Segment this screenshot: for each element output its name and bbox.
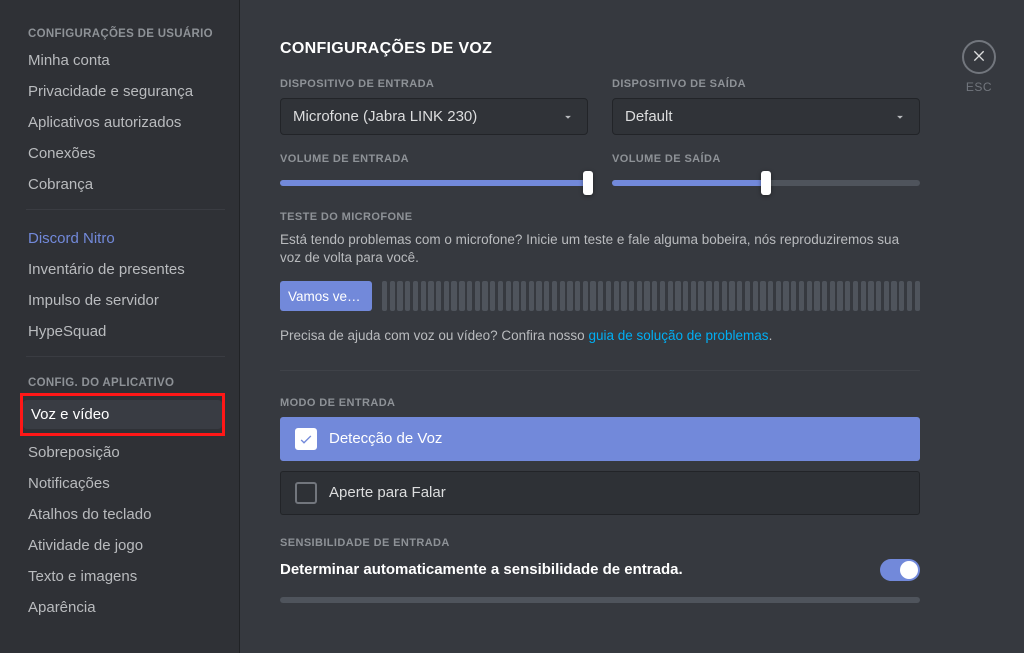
sidebar-item-nitro[interactable]: Discord Nitro bbox=[20, 224, 231, 253]
sidebar-item-keybinds[interactable]: Atalhos do teclado bbox=[20, 500, 231, 529]
auto-sensitivity-toggle[interactable] bbox=[880, 559, 920, 581]
esc-label: ESC bbox=[966, 80, 992, 94]
sidebar-item-authorized-apps[interactable]: Aplicativos autorizados bbox=[20, 108, 231, 137]
sidebar-item-overlay[interactable]: Sobreposição bbox=[20, 438, 231, 467]
sidebar-section-user-settings: Configurações de usuário bbox=[20, 8, 239, 44]
settings-sidebar: Configurações de usuário Minha conta Pri… bbox=[0, 0, 240, 653]
sidebar-item-game-activity[interactable]: Atividade de jogo bbox=[20, 531, 231, 560]
sidebar-item-hypesquad[interactable]: HypeSquad bbox=[20, 317, 231, 346]
chevron-down-icon bbox=[561, 110, 575, 124]
close-settings: ESC bbox=[962, 40, 996, 94]
input-device-select[interactable]: Microfone (Jabra LINK 230) bbox=[280, 98, 588, 135]
mode-label: Detecção de Voz bbox=[329, 430, 442, 447]
output-device-label: Dispositivo de saída bbox=[612, 78, 920, 90]
output-device-select[interactable]: Default bbox=[612, 98, 920, 135]
mode-label: Aperte para Falar bbox=[329, 484, 446, 501]
sidebar-item-appearance[interactable]: Aparência bbox=[20, 593, 231, 622]
sidebar-item-my-account[interactable]: Minha conta bbox=[20, 46, 231, 75]
input-volume-label: Volume de entrada bbox=[280, 153, 588, 165]
sensitivity-label: Sensibilidade de entrada bbox=[280, 537, 920, 549]
sidebar-item-billing[interactable]: Cobrança bbox=[20, 170, 231, 199]
checkbox-icon bbox=[295, 428, 317, 450]
sidebar-item-connections[interactable]: Conexões bbox=[20, 139, 231, 168]
troubleshoot-link[interactable]: guia de solução de problemas bbox=[588, 328, 768, 343]
input-mode-push-to-talk[interactable]: Aperte para Falar bbox=[280, 471, 920, 515]
sidebar-item-privacy[interactable]: Privacidade e segurança bbox=[20, 77, 231, 106]
sidebar-item-text-images[interactable]: Texto e imagens bbox=[20, 562, 231, 591]
input-mode-voice-activity[interactable]: Detecção de Voz bbox=[280, 417, 920, 461]
close-icon bbox=[971, 47, 987, 68]
sidebar-section-app-settings: Config. do aplicativo bbox=[20, 357, 239, 393]
input-device-label: Dispositivo de entrada bbox=[280, 78, 588, 90]
checkbox-icon bbox=[295, 482, 317, 504]
help-line: Precisa de ajuda com voz ou vídeo? Confi… bbox=[280, 327, 920, 345]
mic-test-description: Está tendo problemas com o microfone? In… bbox=[280, 231, 920, 267]
sidebar-item-voice-video[interactable]: Voz e vídeo bbox=[23, 400, 222, 429]
sidebar-item-server-boost[interactable]: Impulso de servidor bbox=[20, 286, 231, 315]
sidebar-item-gift-inventory[interactable]: Inventário de presentes bbox=[20, 255, 231, 284]
mic-level-meter bbox=[382, 281, 920, 311]
auto-sensitivity-title: Determinar automaticamente a sensibilida… bbox=[280, 561, 683, 578]
input-volume-slider[interactable] bbox=[280, 175, 588, 193]
mic-test-label: Teste do microfone bbox=[280, 211, 920, 223]
output-device-value: Default bbox=[625, 108, 673, 125]
output-volume-label: Volume de saída bbox=[612, 153, 920, 165]
highlight-annotation: Voz e vídeo bbox=[20, 393, 225, 436]
sensitivity-meter bbox=[280, 597, 920, 603]
section-divider bbox=[280, 370, 920, 371]
settings-main-panel: ESC CONFIGURAÇÕES DE VOZ Dispositivo de … bbox=[240, 0, 1024, 653]
page-title: CONFIGURAÇÕES DE VOZ bbox=[280, 40, 920, 58]
input-mode-label: Modo de entrada bbox=[280, 397, 920, 409]
output-volume-slider[interactable] bbox=[612, 175, 920, 193]
sidebar-item-notifications[interactable]: Notificações bbox=[20, 469, 231, 498]
chevron-down-icon bbox=[893, 110, 907, 124]
input-device-value: Microfone (Jabra LINK 230) bbox=[293, 108, 477, 125]
mic-test-button[interactable]: Vamos verif… bbox=[280, 281, 372, 311]
close-button[interactable] bbox=[962, 40, 996, 74]
